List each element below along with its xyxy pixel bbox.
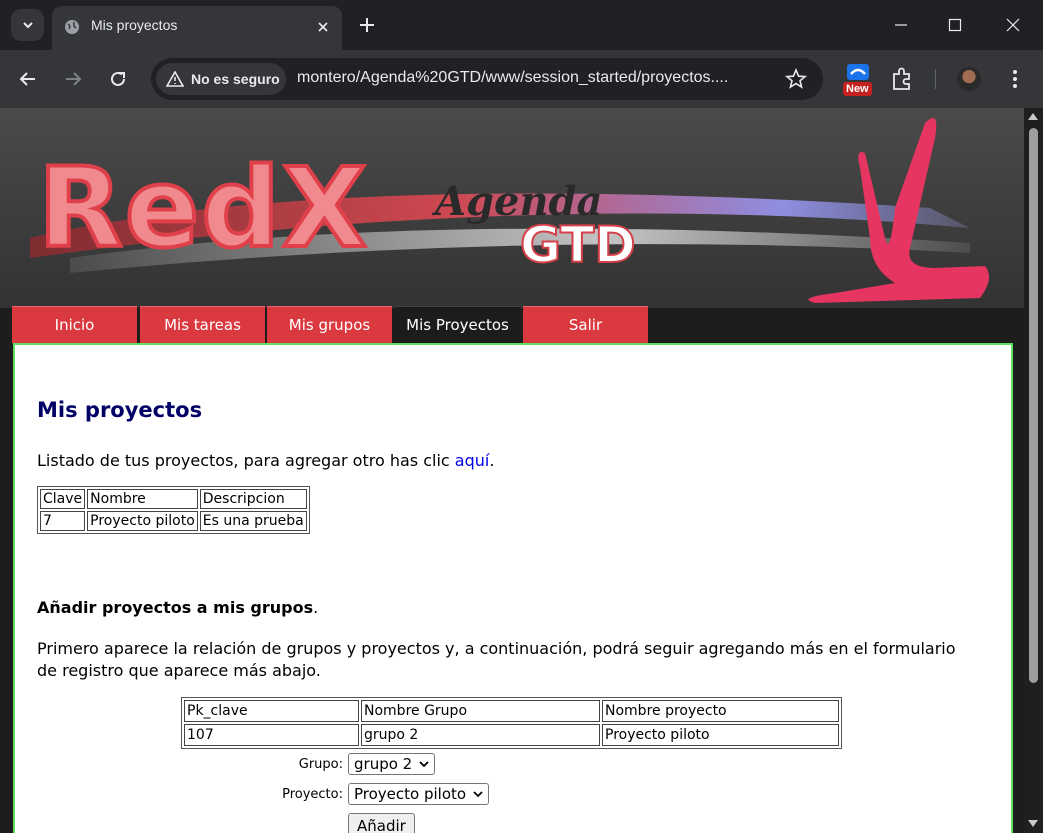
section-description: Primero aparece la relación de grupos y … [37, 639, 956, 680]
intro-end: . [489, 451, 495, 470]
forward-button[interactable] [57, 63, 89, 95]
nav-item-mis-tareas[interactable]: Mis tareas [140, 306, 265, 343]
browser-toolbar: No es seguro montero/Agenda%20GTD/www/se… [0, 50, 1043, 108]
tab-close-button[interactable] [312, 16, 334, 38]
add-project-link[interactable]: aquí [455, 451, 490, 470]
table-cell: Es una prueba [199, 511, 307, 531]
extension-logo-icon [847, 64, 869, 80]
nav-item-inicio[interactable]: Inicio [12, 306, 137, 343]
table-cell: Proyecto piloto [87, 511, 198, 531]
project-select[interactable]: Proyecto piloto [348, 783, 490, 805]
scroll-up-arrow[interactable] [1028, 113, 1038, 120]
more-vert-icon [1013, 70, 1017, 88]
table-cell: Proyecto piloto [602, 724, 839, 746]
table-header-cell: Descripcion [199, 489, 307, 509]
star-icon[interactable] [785, 68, 807, 90]
table-header-cell: Nombre [87, 489, 198, 509]
page-title: Mis proyectos [37, 398, 203, 422]
reload-button[interactable] [102, 63, 134, 95]
site-banner: RedX Agenda GTD [0, 108, 1024, 308]
maximize-icon [948, 18, 962, 32]
table-cell: grupo 2 [361, 724, 600, 746]
new-tab-button[interactable] [353, 11, 381, 39]
groups-projects-table: Pk_clave Nombre Grupo Nombre proyecto 10… [181, 697, 842, 749]
address-bar[interactable]: No es seguro montero/Agenda%20GTD/www/se… [151, 58, 823, 100]
arrow-right-icon [66, 72, 82, 86]
active-tab[interactable]: Mis proyectos [52, 6, 342, 50]
back-button[interactable] [12, 63, 44, 95]
table-row: 107 grupo 2 Proyecto piloto [184, 724, 839, 746]
nav-item-salir[interactable]: Salir [523, 306, 648, 343]
profile-avatar[interactable] [957, 67, 981, 91]
security-label: No es seguro [191, 71, 280, 87]
brand-logo-text: RedX [36, 144, 369, 272]
chevron-down-icon [419, 761, 429, 768]
table-header-cell: Pk_clave [184, 700, 359, 722]
page-viewport: RedX Agenda GTD Inicio Mis tareas Mis gr… [0, 108, 1043, 833]
extension-button[interactable]: New [841, 62, 875, 96]
nav-item-mis-proyectos[interactable]: Mis Proyectos [395, 306, 520, 343]
intro-paragraph: Listado de tus proyectos, para agregar o… [37, 451, 494, 470]
arrow-left-icon [19, 72, 35, 86]
table-cell: 107 [184, 724, 359, 746]
project-select-value: Proyecto piloto [354, 785, 467, 803]
scroll-down-arrow[interactable] [1028, 820, 1038, 827]
table-header-cell: Clave [40, 489, 86, 509]
group-select-value: grupo 2 [354, 755, 413, 773]
scroll-thumb[interactable] [1029, 128, 1038, 683]
table-header-row: Pk_clave Nombre Grupo Nombre proyecto [184, 700, 839, 722]
plus-icon [360, 18, 374, 32]
group-label: Grupo: [298, 757, 343, 772]
project-label: Proyecto: [282, 787, 343, 802]
globe-icon [65, 20, 79, 34]
add-button[interactable]: Añadir [348, 813, 415, 833]
minimize-button[interactable] [878, 6, 924, 44]
security-chip[interactable]: No es seguro [156, 63, 286, 95]
minimize-icon [895, 24, 907, 26]
new-badge: New [843, 82, 872, 96]
reload-icon [111, 71, 125, 86]
browser-menu-button[interactable] [1003, 66, 1027, 92]
tab-search-button[interactable] [11, 9, 44, 41]
extensions-puzzle-icon[interactable] [889, 66, 915, 92]
intro-text: Listado de tus proyectos, para agregar o… [37, 451, 455, 470]
group-select[interactable]: grupo 2 [348, 753, 436, 775]
tab-title: Mis proyectos [91, 17, 178, 33]
table-cell: 7 [40, 511, 86, 531]
close-icon [318, 22, 328, 32]
table-header-cell: Nombre Grupo [361, 700, 600, 722]
toolbar-separator [935, 69, 936, 89]
url-text[interactable]: montero/Agenda%20GTD/www/session_started… [297, 69, 728, 87]
warning-icon [166, 71, 184, 87]
tab-strip: Mis proyectos [0, 0, 1043, 50]
main-content: Mis proyectos Listado de tus proyectos, … [13, 343, 1013, 833]
close-window-button[interactable] [990, 6, 1036, 44]
page-scrollbar[interactable] [1024, 108, 1043, 833]
brand-emblem-icon [808, 118, 989, 303]
table-header-cell: Nombre proyecto [602, 700, 839, 722]
main-nav: Inicio Mis tareas Mis grupos Mis Proyect… [12, 306, 1012, 343]
section-heading-text: Añadir proyectos a mis grupos [37, 598, 314, 617]
maximize-button[interactable] [932, 6, 978, 44]
section-heading: Añadir proyectos a mis grupos. [37, 598, 318, 617]
projects-table: Clave Nombre Descripcion 7 Proyecto pilo… [37, 486, 310, 534]
table-header-row: Clave Nombre Descripcion [40, 489, 307, 509]
close-icon [1006, 18, 1020, 32]
nav-item-mis-grupos[interactable]: Mis grupos [267, 306, 392, 343]
chevron-down-icon [473, 791, 483, 798]
brand-subtitle-caps: GTD [519, 215, 637, 275]
chevron-down-icon [22, 22, 33, 29]
table-row: 7 Proyecto piloto Es una prueba [40, 511, 307, 531]
section-heading-end: . [313, 598, 319, 617]
